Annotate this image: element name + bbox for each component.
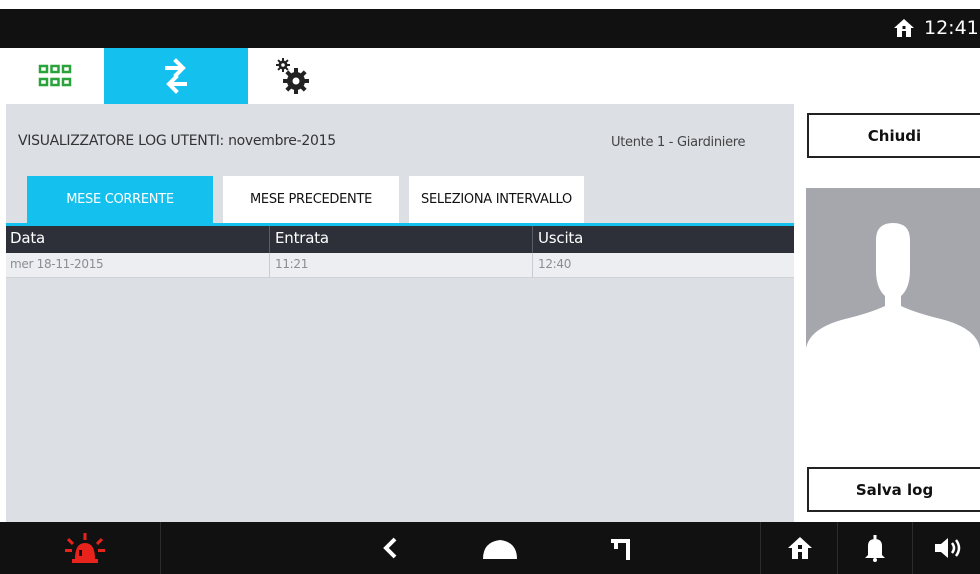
column-divider — [532, 253, 533, 277]
bell-button[interactable] — [850, 522, 900, 574]
column-divider — [269, 253, 270, 277]
status-time: 12:41 — [924, 17, 979, 39]
status-bar: 12:41 — [0, 9, 980, 48]
tab-select-range[interactable]: SELEZIONA INTERVALLO — [409, 176, 584, 223]
bell-icon — [865, 535, 885, 562]
grid-icon — [38, 64, 72, 87]
nav-divider — [160, 522, 161, 574]
column-header-exit[interactable]: Uscita — [538, 229, 583, 247]
back-button[interactable] — [355, 522, 425, 574]
side-panel: Chiudi Salva log — [794, 104, 980, 522]
tab-transfer[interactable] — [104, 48, 248, 104]
house-button[interactable] — [775, 522, 825, 574]
alarm-siren-icon — [65, 533, 105, 563]
avatar — [806, 188, 980, 363]
tab-previous-month[interactable]: MESE PRECEDENTE — [223, 176, 399, 223]
cell-entry: 11:21 — [275, 257, 309, 271]
column-divider — [269, 226, 270, 253]
user-silhouette-icon — [806, 223, 980, 363]
tab-settings[interactable] — [248, 48, 338, 104]
table-header: Data Entrata Uscita — [6, 226, 794, 253]
home-icon — [894, 19, 914, 37]
user-label: Utente 1 - Giardiniere — [611, 135, 746, 150]
bottom-nav-bar — [0, 522, 980, 574]
volume-icon — [935, 538, 961, 558]
home-nav-button[interactable] — [465, 522, 535, 574]
volume-button[interactable] — [925, 522, 975, 574]
nav-divider — [837, 522, 838, 574]
cell-date: mer 18-11-2015 — [10, 257, 104, 271]
back-chevron-icon — [383, 537, 397, 559]
home-dome-icon — [483, 540, 517, 559]
alarm-button[interactable] — [40, 522, 130, 574]
nav-divider — [760, 522, 761, 574]
house-icon — [788, 537, 812, 559]
gears-icon — [276, 58, 309, 94]
table-row[interactable]: mer 18-11-2015 11:21 12:40 — [6, 253, 794, 278]
tab-current-month[interactable]: MESE CORRENTE — [27, 176, 213, 223]
log-viewer-panel: VISUALIZZATORE LOG UTENTI: novembre-2015… — [6, 104, 794, 522]
app-tab-bar — [0, 48, 980, 104]
tab-apps[interactable] — [6, 48, 104, 104]
cell-exit: 12:40 — [538, 257, 572, 271]
recent-apps-icon — [611, 539, 630, 560]
recent-apps-button[interactable] — [585, 522, 655, 574]
close-button[interactable]: Chiudi — [807, 113, 980, 158]
save-log-button[interactable]: Salva log — [807, 467, 980, 512]
column-header-entry[interactable]: Entrata — [275, 229, 329, 247]
column-divider — [532, 226, 533, 253]
arrows-exchange-icon — [165, 58, 187, 94]
column-header-date[interactable]: Data — [10, 229, 45, 247]
page-title: VISUALIZZATORE LOG UTENTI: novembre-2015 — [18, 133, 336, 149]
nav-divider — [912, 522, 913, 574]
top-margin — [0, 0, 980, 9]
